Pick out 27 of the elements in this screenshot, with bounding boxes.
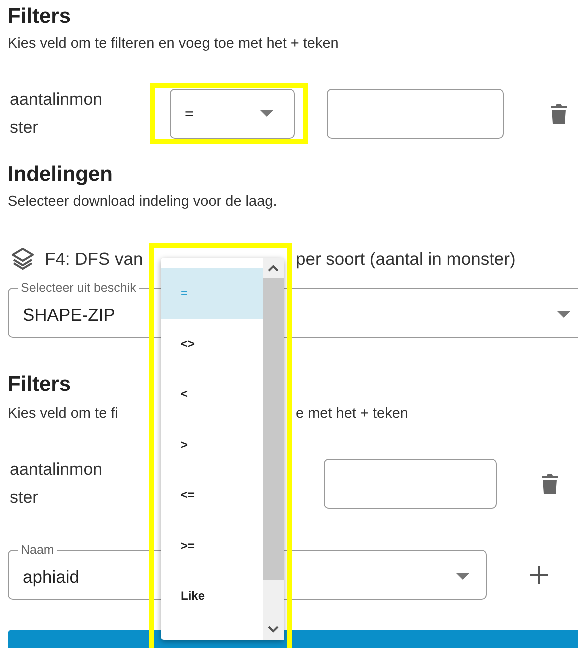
value-field[interactable] xyxy=(324,459,497,509)
plus-icon[interactable] xyxy=(529,565,549,585)
layers-icon xyxy=(11,248,35,270)
section-heading: Filters xyxy=(8,4,72,30)
operator-select[interactable]: = xyxy=(170,89,295,139)
trash-icon[interactable] xyxy=(550,103,568,125)
layer-title: per soort (aantal in monster) xyxy=(296,248,516,270)
hint-text: Kies veld om te fi xyxy=(8,405,118,424)
layer-title: F4: DFS van xyxy=(45,248,144,270)
section-heading: Indelingen xyxy=(8,162,113,188)
caret-icon xyxy=(557,311,571,319)
value-field[interactable] xyxy=(327,89,504,139)
scrollbar-thumb[interactable] xyxy=(263,278,284,580)
hint-text: Selecteer download indeling voor de laag. xyxy=(8,193,278,212)
section-heading: Filters xyxy=(8,372,72,398)
select-value: SHAPE-ZIP xyxy=(23,304,116,326)
trash-icon[interactable] xyxy=(541,473,559,495)
caret-icon xyxy=(260,110,274,118)
field-label: aantalinmonster xyxy=(9,459,104,509)
hint-text: Kies veld om te filteren en voeg toe met het + teken xyxy=(8,35,340,54)
caret-icon xyxy=(456,573,470,581)
scrollbar[interactable] xyxy=(263,258,284,640)
select-value: aphiaid xyxy=(23,566,80,588)
field-label: Naam xyxy=(20,542,56,558)
field-label: aantalinmonster xyxy=(9,89,104,139)
field-label: Selecteer uit beschik xyxy=(20,280,138,296)
hint-text: e met het + teken xyxy=(296,405,408,424)
